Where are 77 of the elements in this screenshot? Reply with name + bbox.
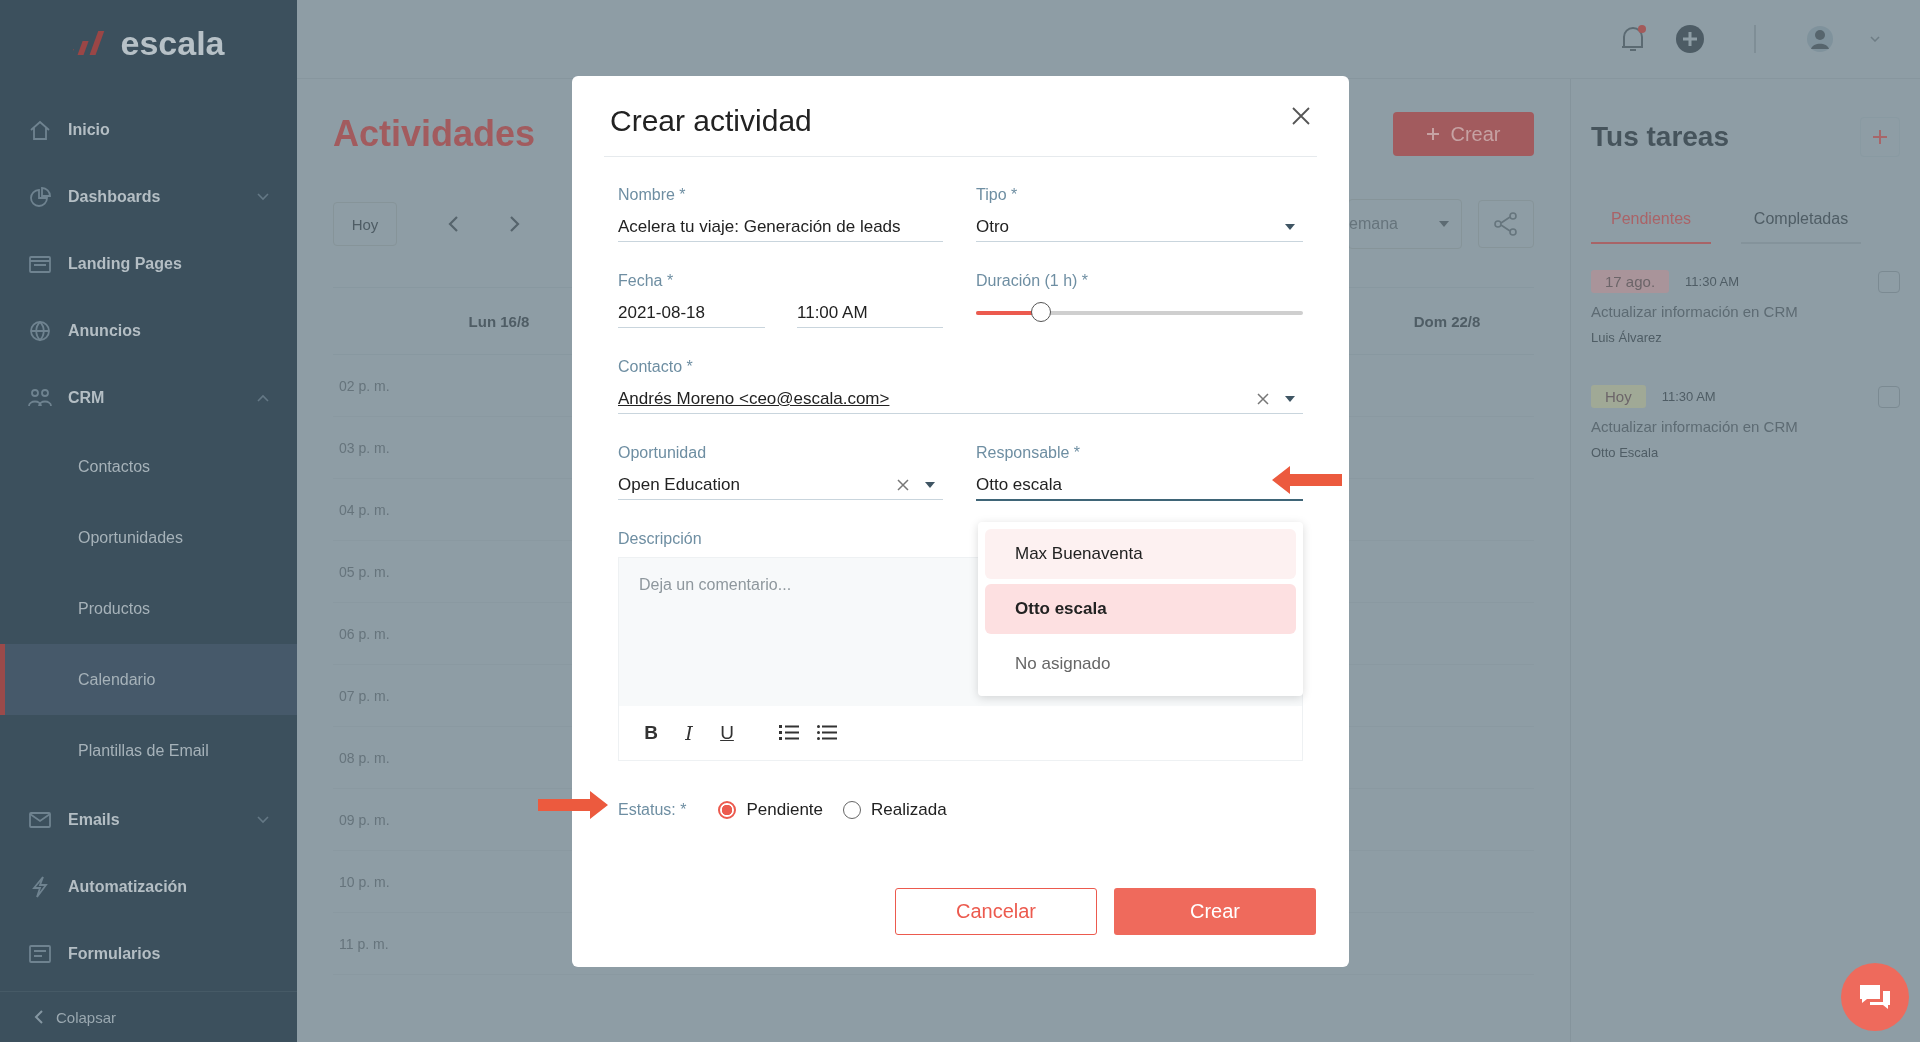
pointer-arrow bbox=[538, 791, 608, 819]
bold-button[interactable]: B bbox=[641, 722, 661, 744]
sidebar-subitem[interactable]: Productos bbox=[0, 573, 297, 644]
date-badge: Hoy bbox=[1591, 385, 1646, 408]
sidebar-subitem[interactable]: Calendario bbox=[0, 644, 297, 715]
chat-icon bbox=[1858, 982, 1892, 1012]
radio-option[interactable]: Pendiente bbox=[718, 800, 824, 820]
share-icon bbox=[1493, 211, 1519, 237]
sidebar-item[interactable]: Landing Pages bbox=[0, 230, 297, 297]
share-button[interactable] bbox=[1478, 200, 1534, 248]
close-icon[interactable] bbox=[1291, 106, 1311, 126]
form-icon bbox=[28, 942, 52, 965]
task-time: 11:30 AM bbox=[1661, 389, 1716, 404]
bullet-list-icon[interactable] bbox=[817, 724, 837, 742]
day-header: Lun 16/8 bbox=[467, 312, 531, 330]
logo-text: escala bbox=[120, 23, 225, 63]
home-icon bbox=[28, 118, 52, 141]
task-time: 11:30 AM bbox=[1685, 274, 1739, 289]
contact-select[interactable]: Andrés Moreno <ceo@escala.com> bbox=[618, 385, 1303, 414]
task-owner: Luis Álvarez bbox=[1591, 330, 1663, 345]
tab[interactable]: Completadas bbox=[1741, 196, 1861, 244]
chevron-left-icon bbox=[34, 1009, 44, 1025]
task-owner: Otto Escala bbox=[1591, 445, 1660, 460]
pointer-arrow bbox=[1272, 466, 1342, 494]
field-label: Tipo * bbox=[976, 185, 1019, 205]
field-label: Responsable * bbox=[976, 443, 1082, 463]
field-label: Oportunidad bbox=[618, 443, 708, 463]
sidebar-item[interactable]: Dashboards bbox=[0, 163, 297, 230]
chevron-down-icon[interactable] bbox=[1870, 36, 1880, 42]
time-input[interactable]: 11:00 AM bbox=[797, 299, 943, 328]
sidebar-subitem[interactable]: Contactos bbox=[0, 431, 297, 502]
sidebar-item[interactable]: Anuncios bbox=[0, 297, 297, 364]
numbered-list-icon[interactable] bbox=[779, 724, 799, 742]
date-input[interactable]: 2021-08-18 bbox=[618, 299, 765, 328]
sidebar-item[interactable]: Emails bbox=[0, 786, 297, 853]
collapse-button[interactable]: Colapsar bbox=[0, 991, 297, 1042]
date-badge: 17 ago. bbox=[1591, 270, 1670, 293]
pie-icon bbox=[28, 185, 52, 208]
radio-option[interactable]: Realizada bbox=[843, 800, 947, 820]
plus-circle-icon[interactable] bbox=[1674, 23, 1706, 55]
globe-icon bbox=[28, 319, 52, 342]
plus-icon bbox=[1872, 129, 1888, 145]
create-button[interactable]: Crear bbox=[1114, 888, 1316, 935]
dropdown-option[interactable]: No asignado bbox=[985, 639, 1296, 689]
field-label: Contacto * bbox=[618, 357, 694, 377]
opportunity-select[interactable]: Open Education bbox=[618, 471, 943, 500]
sidebar-subitem[interactable]: Plantillas de Email bbox=[0, 715, 297, 786]
field-label: Nombre * bbox=[618, 185, 687, 205]
name-input[interactable]: Acelera tu viaje: Generación de leads bbox=[618, 213, 943, 242]
field-label: Descripción bbox=[618, 529, 703, 549]
add-task-button[interactable] bbox=[1860, 117, 1900, 157]
slider-handle[interactable] bbox=[1031, 302, 1052, 322]
chevron-left-icon[interactable] bbox=[447, 215, 459, 233]
panel-title: Tus tareas bbox=[1591, 121, 1729, 153]
day-header: Dom 22/8 bbox=[1412, 312, 1482, 330]
field-label: Estatus: * bbox=[618, 800, 687, 820]
clear-icon[interactable] bbox=[897, 479, 909, 491]
dropdown-option[interactable]: Max Buenaventa bbox=[985, 529, 1296, 579]
sidebar-item[interactable]: Automatización bbox=[0, 853, 297, 920]
dialog-title: Crear actividad bbox=[610, 103, 812, 138]
clear-icon[interactable] bbox=[1257, 393, 1269, 405]
today-button[interactable]: Hoy bbox=[333, 202, 397, 246]
plus-icon bbox=[1426, 127, 1441, 141]
sidebar-item[interactable]: Inicio bbox=[0, 96, 297, 163]
sidebar-item[interactable]: Formularios bbox=[0, 920, 297, 987]
page-title: Actividades bbox=[333, 113, 536, 155]
dropdown-option[interactable]: Otto escala bbox=[985, 584, 1296, 634]
cancel-button[interactable]: Cancelar bbox=[895, 888, 1097, 935]
italic-button[interactable]: I bbox=[679, 722, 699, 744]
sidebar-item[interactable]: CRM bbox=[0, 364, 297, 431]
field-label: Duración (1 h) * bbox=[976, 271, 1090, 291]
sidebar-subitem[interactable]: Oportunidades bbox=[0, 502, 297, 573]
chevron-right-icon[interactable] bbox=[509, 215, 521, 233]
type-select[interactable]: Otro bbox=[976, 213, 1303, 242]
underline-button[interactable]: U bbox=[717, 722, 737, 744]
people-icon bbox=[28, 386, 52, 409]
field-label: Fecha * bbox=[618, 271, 675, 291]
